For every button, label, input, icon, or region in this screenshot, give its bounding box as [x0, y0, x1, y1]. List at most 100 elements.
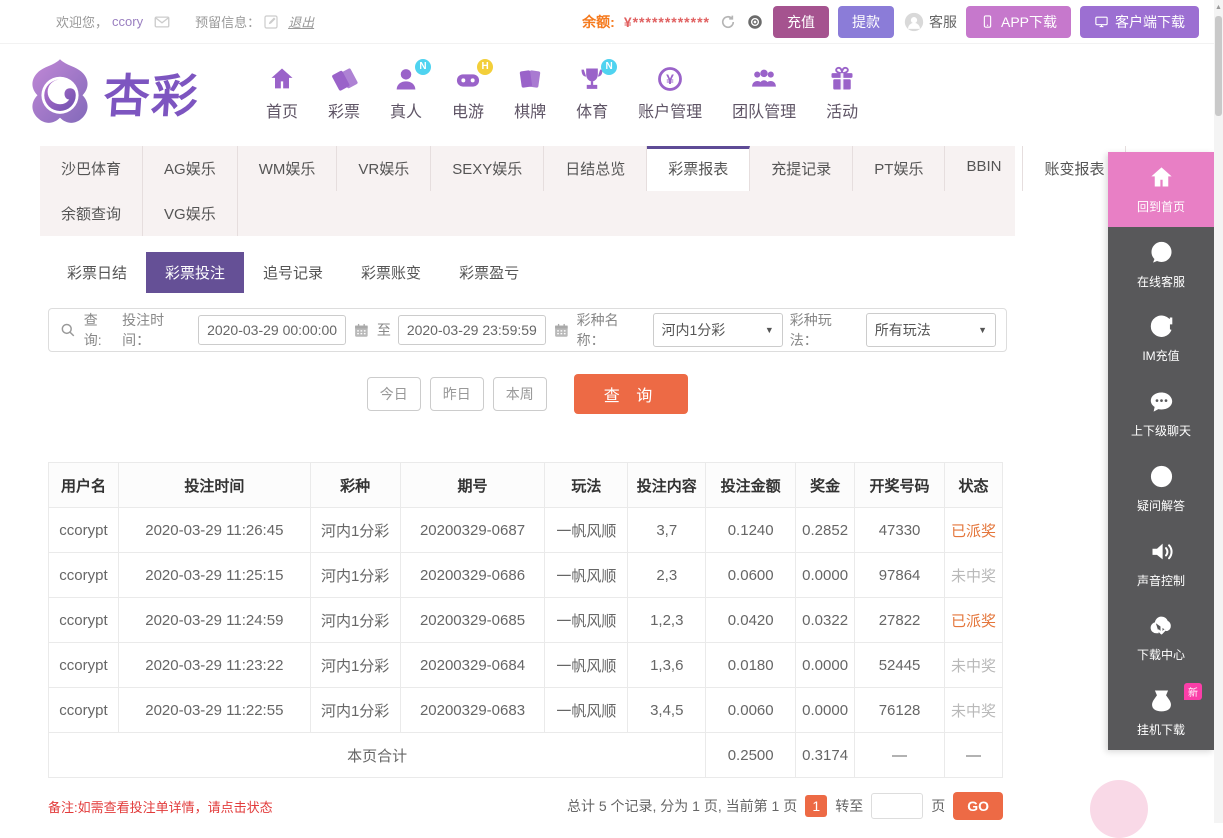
- refresh-balance-icon[interactable]: [719, 13, 737, 31]
- cell-amount: 0.0600: [706, 553, 796, 598]
- time-to-input[interactable]: [398, 315, 546, 345]
- nav-item-promotions[interactable]: 活动: [826, 65, 858, 122]
- nav-item-egames[interactable]: H 电游: [452, 65, 484, 122]
- tab-balance-query[interactable]: 余额查询: [40, 191, 143, 236]
- this-week-button[interactable]: 本周: [493, 377, 547, 411]
- recharge-button[interactable]: 充值: [773, 6, 829, 38]
- tab-sexy[interactable]: SEXY娱乐: [431, 146, 544, 191]
- cell-issue: 20200329-0687: [400, 508, 545, 553]
- search-submit-button[interactable]: 查 询: [574, 374, 688, 414]
- cell-issue: 20200329-0685: [400, 598, 545, 643]
- logout-link[interactable]: 退出: [288, 12, 314, 31]
- summary-prize: 0.3174: [796, 733, 855, 778]
- subtab-lottery-daily[interactable]: 彩票日结: [48, 252, 146, 293]
- nav-label: 体育: [576, 98, 608, 122]
- nav-label: 团队管理: [732, 98, 796, 122]
- sidebar-item-online-service[interactable]: 24 在线客服: [1108, 227, 1214, 302]
- col-play: 玩法: [545, 463, 628, 508]
- svg-text:?: ?: [1157, 469, 1165, 484]
- col-status: 状态: [945, 463, 1003, 508]
- lottery-name-select[interactable]: 河内1分彩 ▼: [653, 313, 783, 347]
- cards-icon: [516, 65, 544, 93]
- eye-icon[interactable]: [746, 13, 764, 31]
- customer-service-button[interactable]: 客服: [903, 11, 957, 33]
- tab-pt[interactable]: PT娱乐: [853, 146, 945, 191]
- client-download-button[interactable]: 客户端下载: [1080, 6, 1199, 38]
- chevron-down-icon: ▼: [765, 325, 774, 335]
- col-draw-numbers: 开奖号码: [855, 463, 945, 508]
- sidebar-item-im-recharge[interactable]: IM充值: [1108, 302, 1214, 377]
- subtab-lottery-profit-loss[interactable]: 彩票盈亏: [440, 252, 538, 293]
- tab-ag[interactable]: AG娱乐: [143, 146, 238, 191]
- goto-page-input[interactable]: [871, 793, 923, 819]
- tab-daily-overview[interactable]: 日结总览: [544, 146, 647, 191]
- nav-label: 彩票: [328, 98, 360, 122]
- nav-item-sports[interactable]: N 体育: [576, 65, 608, 122]
- withdraw-button[interactable]: 提款: [838, 6, 894, 38]
- service-label: 客服: [929, 12, 957, 32]
- sidebar-item-faq[interactable]: ? 疑问解答: [1108, 451, 1214, 526]
- site-logo[interactable]: 杏彩: [24, 57, 200, 129]
- cell-numbers: 76128: [855, 688, 945, 733]
- nav-item-lottery[interactable]: 彩票: [328, 65, 360, 122]
- summary-numbers: —: [855, 733, 945, 778]
- status-cell[interactable]: 已派奖: [945, 508, 1003, 553]
- status-cell[interactable]: 已派奖: [945, 598, 1003, 643]
- nav-item-team[interactable]: 团队管理: [732, 65, 796, 122]
- sidebar-item-idle-download[interactable]: ¥ 挂机下载 新: [1108, 675, 1214, 750]
- tab-shaba-sports[interactable]: 沙巴体育: [40, 146, 143, 191]
- today-button[interactable]: 今日: [367, 377, 421, 411]
- edit-icon[interactable]: [262, 13, 280, 31]
- tab-bbin[interactable]: BBIN: [945, 146, 1023, 191]
- table-row: ccorypt 2020-03-29 11:24:59 河内1分彩 202003…: [49, 598, 1003, 643]
- cell-prize: 0.0000: [796, 688, 855, 733]
- envelope-icon[interactable]: [153, 13, 171, 31]
- col-prize: 奖金: [796, 463, 855, 508]
- sidebar-label: 下载中心: [1137, 646, 1185, 663]
- page-scrollbar[interactable]: ▲: [1214, 0, 1223, 823]
- status-cell[interactable]: 未中奖: [945, 688, 1003, 733]
- tab-wm[interactable]: WM娱乐: [238, 146, 338, 191]
- nav-item-account[interactable]: ¥ 账户管理: [638, 65, 702, 122]
- subtab-chase-records[interactable]: 追号记录: [244, 252, 342, 293]
- sidebar-item-chat[interactable]: 上下级聊天: [1108, 376, 1214, 451]
- moneybag-icon: ¥: [1148, 687, 1175, 714]
- nav-item-home[interactable]: 首页: [266, 65, 298, 122]
- app-download-button[interactable]: APP下载: [966, 6, 1071, 38]
- sidebar-item-download-center[interactable]: 下载中心: [1108, 601, 1214, 676]
- logo-text: 杏彩: [102, 60, 203, 126]
- tab-deposit-withdraw-records[interactable]: 充提记录: [750, 146, 853, 191]
- service-24h-icon: 24: [1148, 239, 1175, 266]
- tab-vg[interactable]: VG娱乐: [143, 191, 238, 236]
- sidebar-item-sound-control[interactable]: 声音控制: [1108, 526, 1214, 601]
- play-type-select[interactable]: 所有玩法 ▼: [866, 313, 996, 347]
- status-cell[interactable]: 未中奖: [945, 553, 1003, 598]
- scrollbar-up-arrow[interactable]: ▲: [1214, 0, 1223, 11]
- nav-item-live[interactable]: N 真人: [390, 65, 422, 122]
- sidebar-item-back-home[interactable]: 回到首页: [1108, 152, 1214, 227]
- go-button[interactable]: GO: [953, 792, 1003, 820]
- nav-item-boardgames[interactable]: 棋牌: [514, 65, 546, 122]
- subtab-lottery-account-change[interactable]: 彩票账变: [342, 252, 440, 293]
- time-from-input[interactable]: [198, 315, 346, 345]
- scrollbar-thumb[interactable]: [1215, 16, 1222, 116]
- current-page-badge[interactable]: 1: [805, 795, 827, 817]
- chevron-down-icon: ▼: [978, 325, 987, 335]
- table-header-row: 用户名 投注时间 彩种 期号 玩法 投注内容 投注金额 奖金 开奖号码 状态: [49, 463, 1003, 508]
- cell-amount: 0.0420: [706, 598, 796, 643]
- cell-user: ccorypt: [49, 598, 119, 643]
- summary-row: 本页合计 0.2500 0.3174 — —: [49, 733, 1003, 778]
- question-icon: ?: [1148, 463, 1175, 490]
- calendar-icon[interactable]: [553, 322, 570, 339]
- yesterday-button[interactable]: 昨日: [430, 377, 484, 411]
- welcome-text: 欢迎您，: [56, 12, 108, 31]
- calendar-icon[interactable]: [353, 322, 370, 339]
- gift-icon: [828, 65, 856, 93]
- lottery-name-label: 彩种名称：: [577, 310, 646, 350]
- tab-vr[interactable]: VR娱乐: [337, 146, 431, 191]
- subtab-lottery-bets[interactable]: 彩票投注: [146, 252, 244, 293]
- floating-widget-circle[interactable]: [1090, 780, 1148, 838]
- cell-prize: 0.0322: [796, 598, 855, 643]
- status-cell[interactable]: 未中奖: [945, 643, 1003, 688]
- tab-lottery-report[interactable]: 彩票报表: [647, 146, 750, 191]
